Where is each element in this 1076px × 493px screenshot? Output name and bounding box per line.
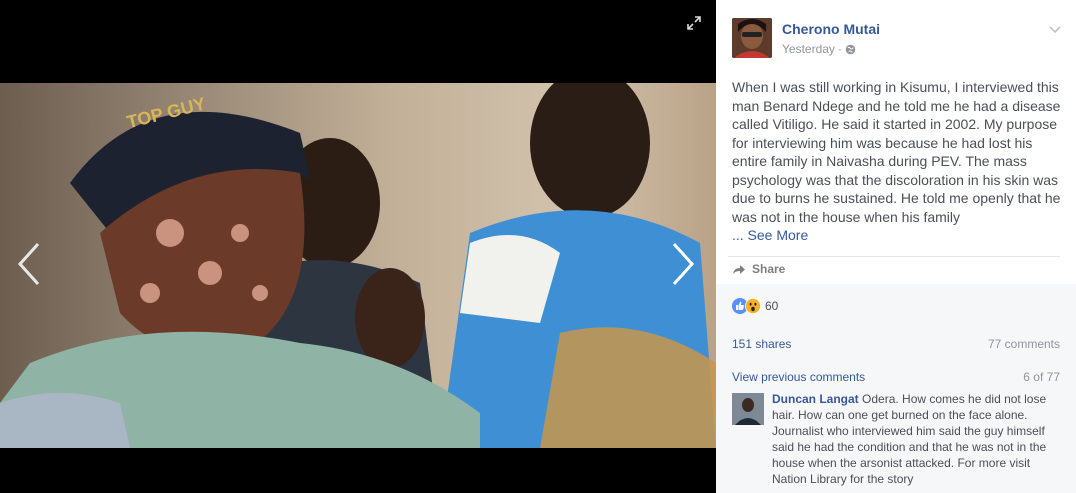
post-sidebar: Cherono Mutai Yesterday · When I was sti… [716, 0, 1076, 493]
shares-count[interactable]: 151 shares [732, 337, 791, 351]
view-previous-comments-link[interactable]: View previous comments [732, 370, 865, 384]
divider [728, 256, 1060, 257]
comment-text: Odera. How comes he did not lose hair. H… [772, 392, 1047, 486]
post-timestamp[interactable]: Yesterday [782, 42, 835, 56]
comment-pager: 6 of 77 [1023, 370, 1060, 384]
chevron-left-icon[interactable] [14, 240, 44, 288]
post-text: When I was still working in Kisumu, I in… [732, 78, 1064, 245]
share-button[interactable]: Share [732, 262, 785, 276]
globe-icon [845, 44, 856, 55]
avatar[interactable] [732, 18, 772, 58]
post-author[interactable]: Cherono Mutai [782, 21, 880, 37]
post-photo[interactable]: TOP GUY [0, 83, 716, 448]
chevron-down-icon[interactable] [1048, 22, 1062, 34]
share-label: Share [752, 262, 786, 276]
post-header: Cherono Mutai Yesterday · [732, 18, 1062, 62]
comments-count[interactable]: 77 comments [988, 337, 1060, 351]
comment-body: Duncan Langat Odera. How comes he did no… [772, 391, 1064, 487]
chevron-right-icon[interactable] [668, 240, 698, 288]
expand-icon[interactable] [686, 15, 702, 31]
reaction-count: 60 [765, 299, 779, 313]
comment-author[interactable]: Duncan Langat [772, 392, 859, 406]
reactions-summary[interactable]: 60 [732, 298, 778, 314]
meta-separator: · [837, 42, 842, 56]
see-more-link[interactable]: ... See More [732, 227, 808, 243]
photo-viewer: TOP GUY [0, 0, 716, 493]
comments-section: View previous comments 6 of 77 Duncan La… [716, 360, 1076, 493]
post-meta: Yesterday · [782, 42, 856, 56]
avatar[interactable] [732, 393, 764, 425]
wow-icon [745, 298, 761, 314]
post-body: When I was still working in Kisumu, I in… [732, 79, 1061, 225]
share-icon [732, 263, 746, 275]
